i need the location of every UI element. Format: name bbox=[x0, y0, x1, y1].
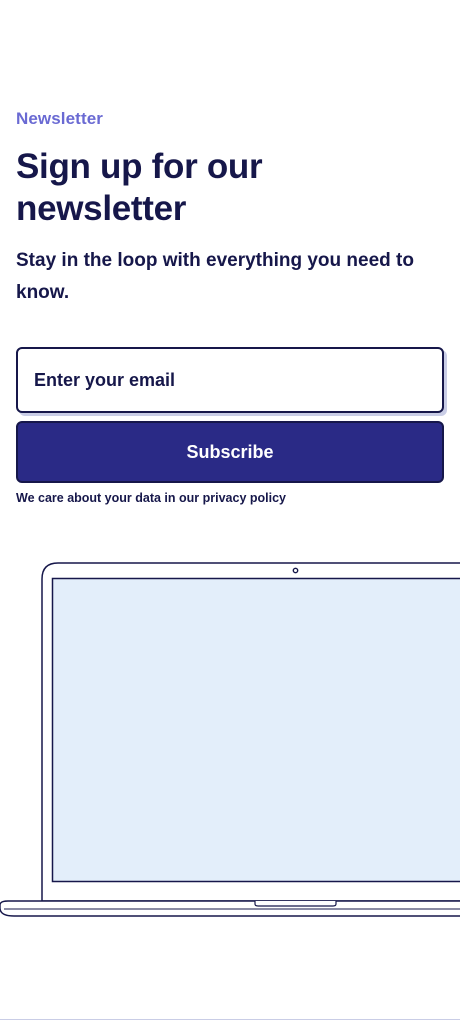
privacy-note: We care about your data in our privacy p… bbox=[16, 491, 286, 505]
page-subtitle: Stay in the loop with everything you nee… bbox=[16, 250, 414, 303]
bottom-divider bbox=[0, 1019, 460, 1020]
email-input[interactable] bbox=[16, 347, 444, 413]
laptop-notch bbox=[254, 901, 337, 907]
subscribe-button[interactable]: Subscribe bbox=[16, 421, 444, 483]
page-title: Sign up for our newsletter bbox=[16, 147, 263, 228]
laptop-screen bbox=[51, 577, 460, 883]
camera-icon bbox=[292, 567, 299, 574]
laptop-illustration bbox=[0, 562, 460, 917]
section-eyebrow: Newsletter bbox=[16, 109, 103, 128]
